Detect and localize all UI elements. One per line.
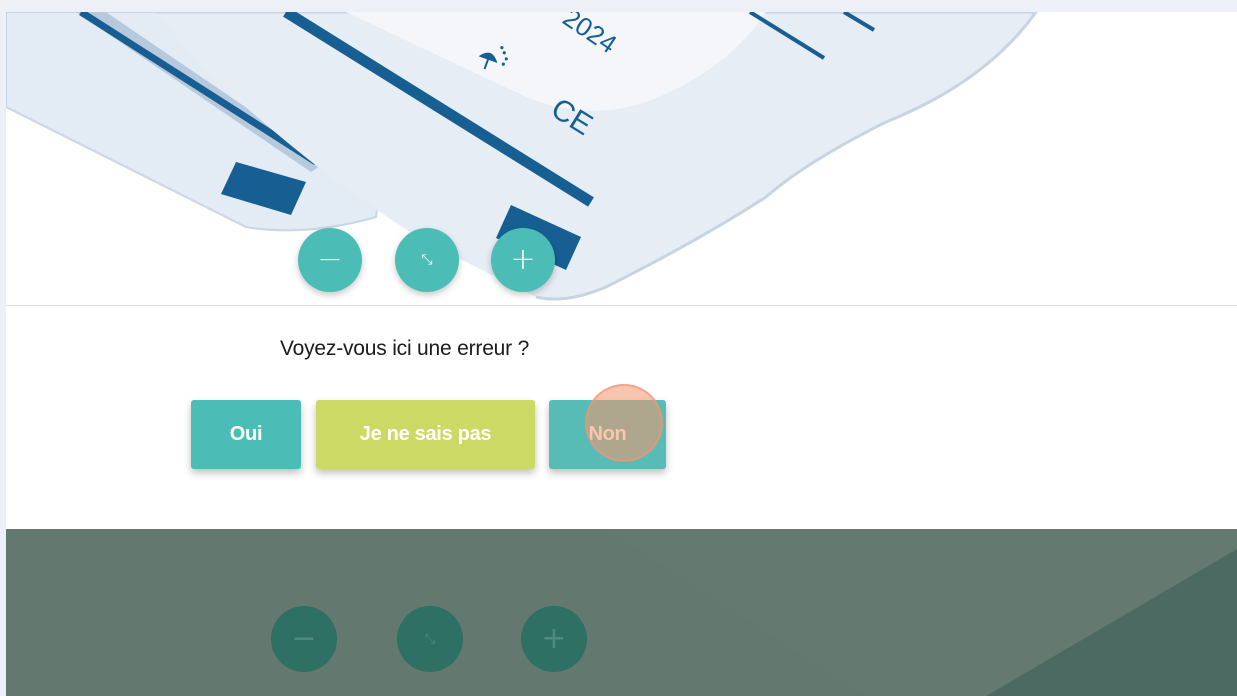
overlay-zoom-in-button: + [521,606,587,672]
overlay-background [606,529,1237,696]
reset-zoom-icon: ⤡ [421,252,433,268]
zoom-out-button[interactable]: − [298,228,362,292]
zoom-reset-button[interactable]: ⤡ [395,228,459,292]
question-text: Voyez-vous ici une erreur ? [280,337,530,360]
product-image-viewer: 2024 CE − ⤡ + [6,12,1237,305]
zoom-in-button[interactable]: + [491,228,555,292]
product-label-image: 2024 CE [6,12,1038,301]
minus-icon: − [291,621,317,656]
minus-icon: − [317,242,343,277]
frame-top [0,0,1237,12]
page: 2024 CE − ⤡ + Voyez-vous ici une erreur … [0,0,1237,696]
overlay-zoom-reset-button: ⤡ [397,606,463,672]
section-divider [6,305,1237,306]
plus-icon: + [510,242,536,277]
answer-no-button[interactable]: Non [549,400,666,469]
answer-dont-know-button[interactable]: Je ne sais pas [316,400,535,469]
plus-icon: + [541,621,567,656]
answer-yes-button[interactable]: Oui [191,400,301,469]
reset-zoom-icon: ⤡ [424,631,436,647]
overlay-zoom-out-button: − [271,606,337,672]
dimmed-overlay-section: − ⤡ + [6,529,1237,696]
